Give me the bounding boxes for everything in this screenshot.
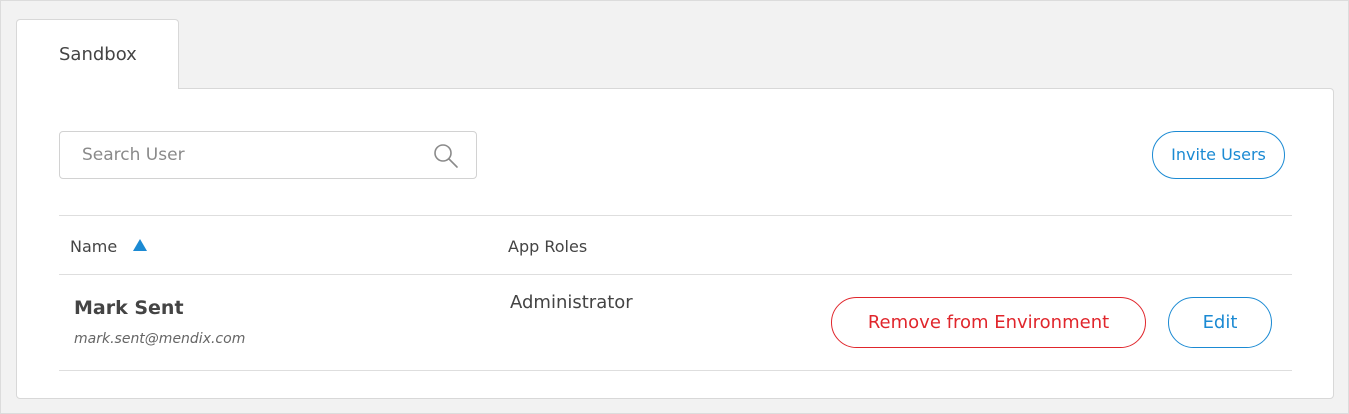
divider [59,370,1292,371]
user-name: Mark Sent [74,297,184,319]
search-icon[interactable] [433,143,459,169]
environment-container: Sandbox Invite Users Name App Roles Mark… [0,0,1349,414]
remove-from-environment-button[interactable]: Remove from Environment [831,297,1146,348]
search-input[interactable] [60,132,442,178]
user-role: Administrator [510,292,633,313]
tab-sandbox[interactable]: Sandbox [16,19,179,89]
invite-users-button[interactable]: Invite Users [1152,131,1285,179]
divider [59,215,1292,216]
users-panel: Invite Users Name App Roles Mark Sent ma… [16,88,1334,399]
divider [59,274,1292,275]
sort-ascending-icon[interactable] [133,239,147,251]
tab-label: Sandbox [59,44,137,65]
edit-button[interactable]: Edit [1168,297,1272,348]
column-header-name[interactable]: Name [70,237,117,256]
search-box [59,131,477,179]
user-email: mark.sent@mendix.com [74,331,246,347]
column-header-app-roles: App Roles [508,237,588,256]
